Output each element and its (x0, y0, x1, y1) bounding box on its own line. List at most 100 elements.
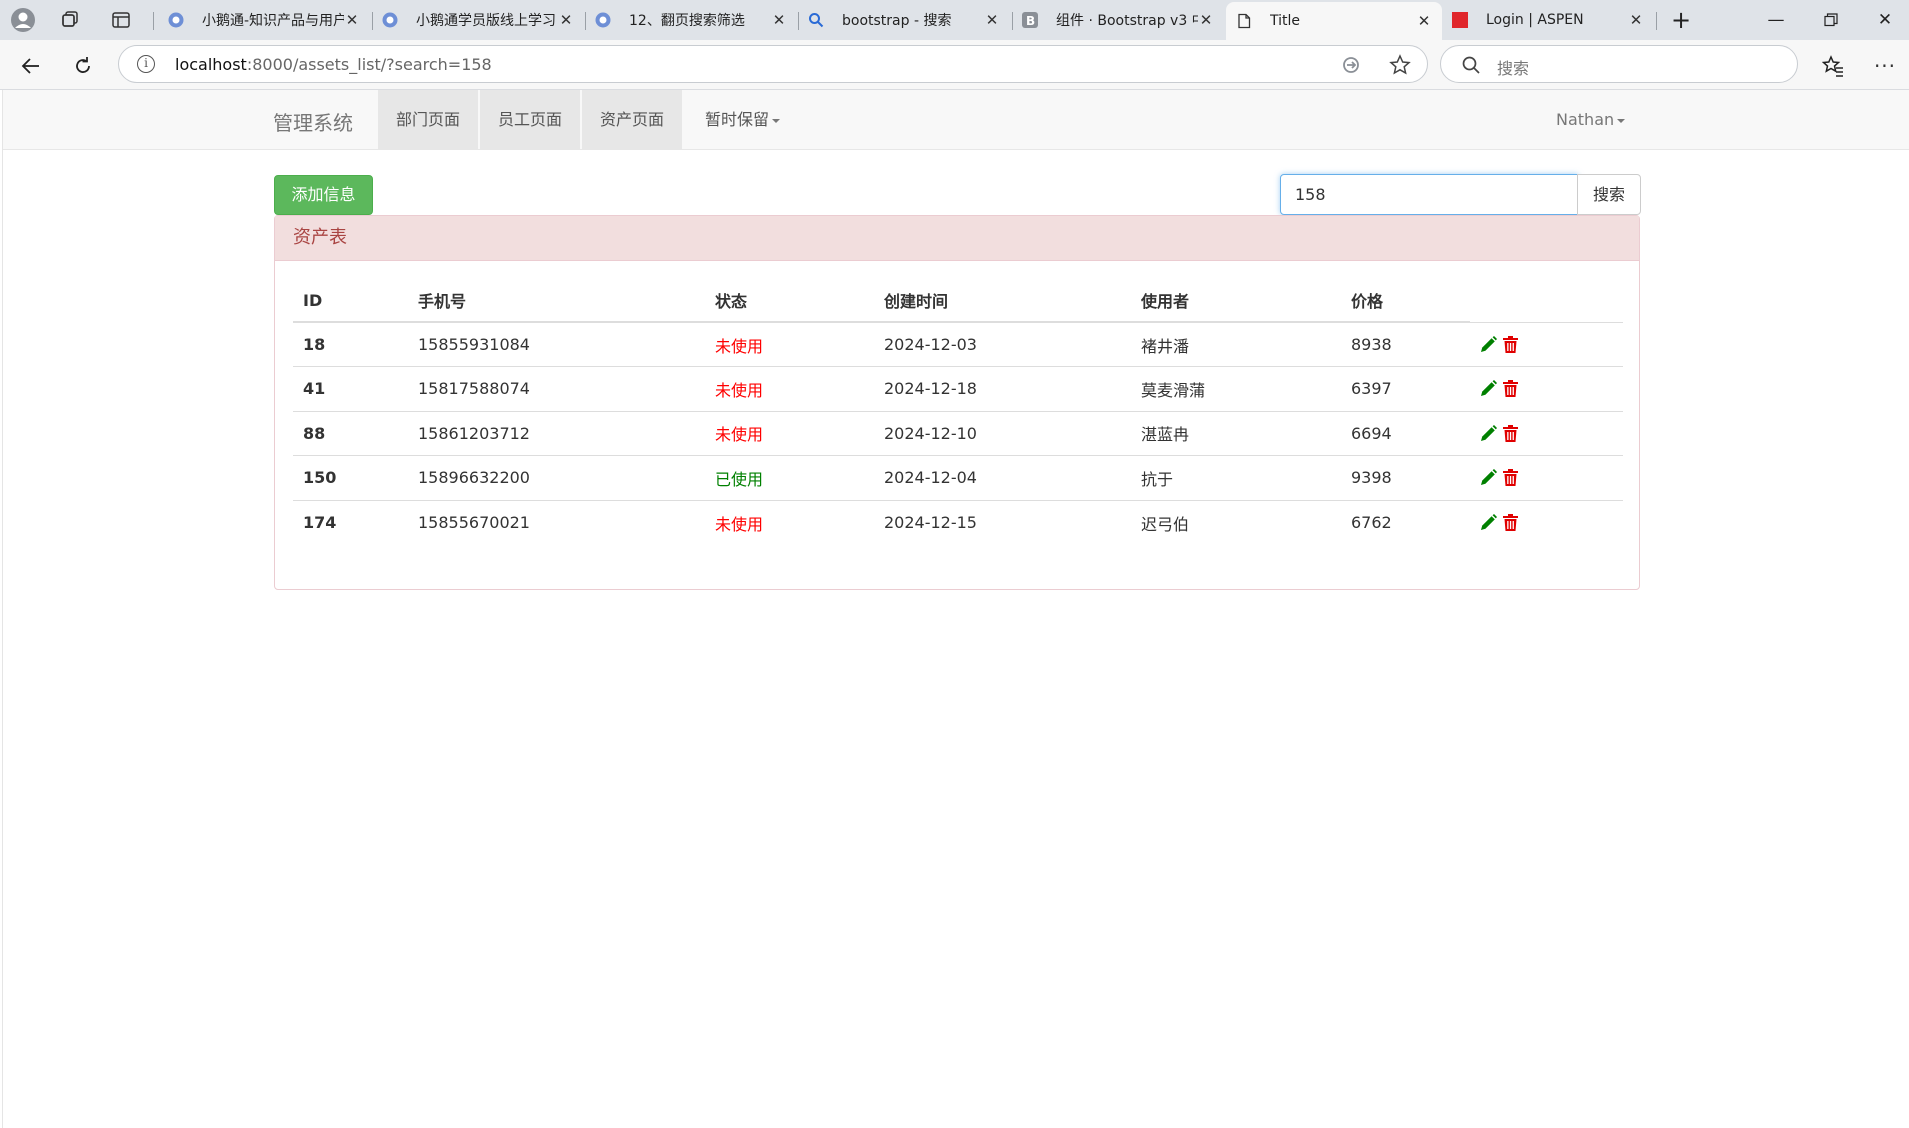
cell-created: 2024-12-18 (874, 366, 1131, 411)
search-button[interactable]: 搜索 (1577, 174, 1641, 215)
col-header-phone: 手机号 (408, 279, 705, 323)
cell-user: 抗于 (1131, 455, 1341, 500)
nav-dropdown-reserved[interactable]: 暂时保留 (687, 90, 798, 149)
browser-tab[interactable]: 小鹅通学员版线上学习 ✕ (372, 4, 584, 36)
add-info-button[interactable]: 添加信息 (274, 175, 373, 215)
browser-search-box[interactable]: 搜索 (1440, 45, 1798, 83)
cell-created: 2024-12-15 (874, 499, 1131, 545)
restore-icon[interactable] (1818, 8, 1844, 32)
edit-pencil-icon[interactable] (1480, 380, 1497, 397)
cell-created: 2024-12-04 (874, 455, 1131, 500)
cell-actions (1470, 455, 1623, 500)
col-header-actions (1470, 279, 1623, 323)
cell-user: 褚井潘 (1131, 321, 1341, 367)
browser-tab[interactable]: Login | ASPEN ✕ (1442, 4, 1654, 36)
edit-pencil-icon[interactable] (1480, 469, 1497, 486)
url-bar[interactable]: i localhost:8000/assets_list/?search=158 (118, 45, 1428, 83)
tab-title: 小鹅通学员版线上学习 (416, 13, 556, 29)
cell-actions (1470, 366, 1623, 411)
brand-link[interactable]: 管理系统 (273, 107, 353, 136)
back-icon[interactable] (16, 51, 46, 81)
cell-user: 莫麦滑蒲 (1131, 366, 1341, 411)
reload-icon[interactable] (68, 51, 98, 81)
nav-link-employees[interactable]: 员工页面 (480, 90, 581, 149)
favorite-star-icon[interactable] (1389, 54, 1411, 80)
cell-status: 未使用 (705, 321, 874, 367)
col-header-status: 状态 (705, 279, 874, 323)
close-tab-icon[interactable]: ✕ (984, 11, 1000, 29)
bootstrap-icon: B (1022, 12, 1038, 28)
web-page: 管理系统 部门页面 员工页面 资产页面 暂时保留 Nathan 添加信息 158… (2, 90, 1909, 1128)
aspen-icon (1452, 12, 1468, 28)
cell-price: 6397 (1341, 366, 1470, 411)
app-available-icon[interactable] (1341, 55, 1361, 79)
assets-panel: 资产表 ID 手机号 状态 创建时间 使用者 价格 18 15855931084… (274, 215, 1640, 590)
cell-id: 150 (293, 455, 408, 500)
workspaces-icon[interactable] (55, 6, 85, 34)
nav-link-departments[interactable]: 部门页面 (378, 90, 479, 149)
cell-status: 未使用 (705, 499, 874, 545)
minimize-icon[interactable]: — (1763, 8, 1789, 32)
delete-trash-icon[interactable] (1503, 424, 1518, 442)
col-header-user: 使用者 (1131, 279, 1341, 323)
search-icon (808, 12, 824, 28)
page-icon (1236, 13, 1252, 29)
cell-phone: 15855670021 (408, 499, 705, 545)
user-dropdown[interactable]: Nathan (1556, 90, 1626, 149)
col-header-created: 创建时间 (874, 279, 1131, 323)
edit-pencil-icon[interactable] (1480, 335, 1497, 353)
tab-actions-icon[interactable] (106, 6, 136, 34)
col-header-price: 价格 (1341, 279, 1470, 323)
col-header-id: ID (293, 279, 408, 323)
close-tab-icon[interactable]: ✕ (1628, 11, 1644, 29)
site-info-icon[interactable]: i (137, 55, 155, 73)
browser-tab-bar: 小鹅通-知识产品与用户 ✕ 小鹅通学员版线上学习 ✕ 12、翻页搜索筛选 ✕ b… (0, 0, 1909, 40)
svg-text:B: B (1026, 14, 1035, 28)
edit-pencil-icon[interactable] (1480, 514, 1497, 531)
tab-title: 小鹅通-知识产品与用户 (202, 13, 344, 29)
cell-user: 湛蓝冉 (1131, 410, 1341, 456)
user-name: Nathan (1556, 110, 1615, 129)
more-options-icon[interactable]: ··· (1870, 51, 1900, 81)
favorites-icon[interactable] (1818, 51, 1848, 81)
cell-id: 88 (293, 410, 408, 456)
cell-created: 2024-12-10 (874, 410, 1131, 456)
tab-title: Title (1270, 13, 1301, 29)
xiaoe-icon (168, 12, 184, 28)
asset-search-input[interactable]: 158 (1280, 174, 1578, 215)
browser-tab[interactable]: B 组件 · Bootstrap v3 中 ✕ (1012, 4, 1224, 36)
close-tab-icon[interactable]: ✕ (344, 11, 360, 29)
xiaoe-icon (382, 12, 398, 28)
tab-title: 12、翻页搜索筛选 (629, 13, 745, 29)
new-tab-icon[interactable]: + (1668, 8, 1694, 32)
table-header-row: ID 手机号 状态 创建时间 使用者 价格 (293, 279, 1623, 323)
nav-link-assets[interactable]: 资产页面 (582, 90, 683, 149)
cell-actions (1470, 410, 1623, 456)
delete-trash-icon[interactable] (1503, 380, 1518, 398)
close-tab-icon[interactable]: ✕ (1416, 12, 1432, 30)
cell-actions (1470, 499, 1623, 545)
delete-trash-icon[interactable] (1503, 514, 1518, 531)
close-tab-icon[interactable]: ✕ (771, 11, 787, 29)
profile-icon[interactable] (8, 6, 38, 34)
table-row: 88 15861203712 未使用 2024-12-10 湛蓝冉 6694 (293, 410, 1623, 456)
assets-table: ID 手机号 状态 创建时间 使用者 价格 18 15855931084 未使用… (293, 279, 1623, 545)
browser-tab-active[interactable]: Title ✕ (1226, 2, 1442, 40)
xiaoe-icon (595, 12, 611, 28)
close-window-icon[interactable]: ✕ (1872, 8, 1898, 32)
caret-down-icon (1617, 118, 1626, 123)
close-tab-icon[interactable]: ✕ (1198, 11, 1214, 29)
edit-pencil-icon[interactable] (1480, 424, 1497, 442)
browser-tab[interactable]: 小鹅通-知识产品与用户 ✕ (158, 4, 370, 36)
close-tab-icon[interactable]: ✕ (558, 11, 574, 29)
cell-id: 174 (293, 499, 408, 545)
delete-trash-icon[interactable] (1503, 469, 1518, 487)
delete-trash-icon[interactable] (1503, 335, 1518, 353)
cell-phone: 15855931084 (408, 321, 705, 367)
cell-status: 已使用 (705, 455, 874, 500)
browser-tab[interactable]: bootstrap - 搜索 ✕ (798, 4, 1010, 36)
site-navbar: 管理系统 部门页面 员工页面 资产页面 暂时保留 Nathan (3, 90, 1909, 150)
cell-status: 未使用 (705, 410, 874, 456)
search-icon (1461, 55, 1481, 79)
browser-tab[interactable]: 12、翻页搜索筛选 ✕ (585, 4, 797, 36)
